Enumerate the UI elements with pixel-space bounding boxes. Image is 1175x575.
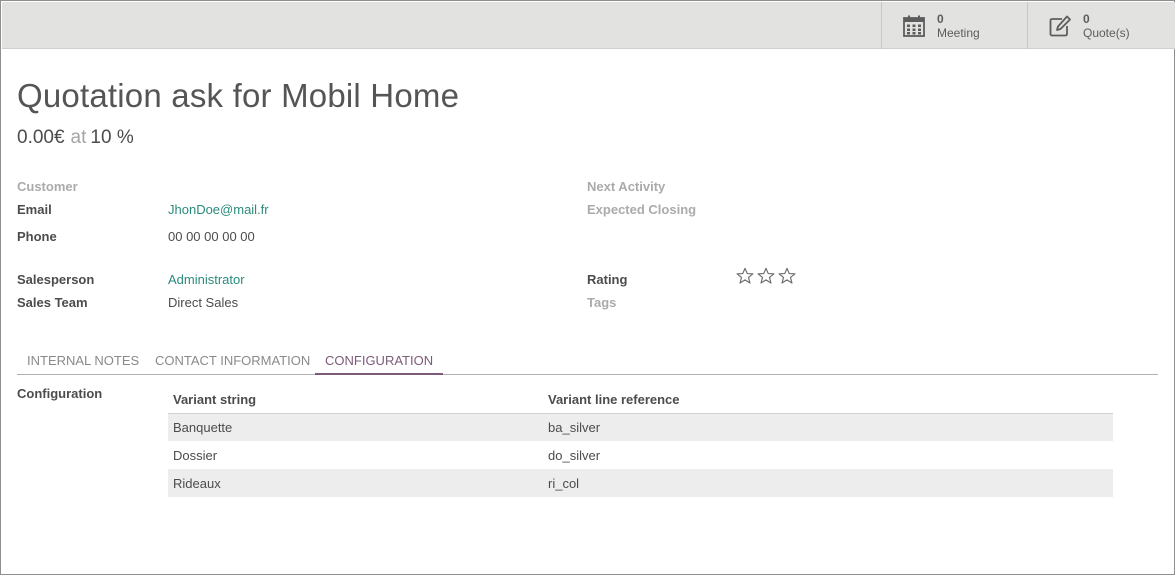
variant-string-cell: Banquette [168,413,543,441]
quotes-count: 0 [1083,11,1090,26]
column-header-variant-line-reference[interactable]: Variant line reference [543,386,1113,414]
sales-team-field[interactable]: Direct Sales [168,295,238,310]
sales-team-label: Sales Team [17,295,88,310]
tags-label: Tags [587,295,617,310]
configuration-label: Configuration [17,386,103,401]
salesperson-label: Salesperson [17,272,95,287]
star-icon[interactable] [736,267,754,285]
tab-contact-information[interactable]: CONTACT INFORMATION [145,346,320,375]
expected-revenue[interactable]: 0.00€ [17,127,65,148]
phone-label: Phone [17,229,57,244]
variant-string-cell: Dossier [173,447,218,463]
expected-revenue-line: 0.00€ at 10 % [17,127,134,149]
quotes-label: Quote(s) [1083,25,1130,40]
table-row[interactable]: Banquette ba_silver [168,413,1113,441]
probability[interactable]: 10 % [90,127,133,148]
star-icon[interactable] [757,267,775,285]
variant-string-cell: Rideaux [168,469,543,497]
expected-closing-label: Expected Closing [587,202,697,217]
variant-reference-cell: ri_col [543,469,1113,497]
rating-stars [736,267,796,285]
customer-label: Customer [17,179,78,194]
email-label: Email [17,202,52,217]
rating-label: Rating [587,272,628,287]
column-header-variant-string[interactable]: Variant string [168,386,543,414]
button-box: 0 Meeting 0 Quote(s) [2,2,1175,49]
configuration-table: Variant string Variant line reference Ba… [168,386,1113,497]
form-view: 0 Meeting 0 Quote(s) Quotation ask for M… [0,0,1175,575]
tab-internal-notes[interactable]: INTERNAL NOTES [17,346,149,375]
next-activity-label: Next Activity [587,179,666,194]
table-header-row: Variant string Variant line reference [168,386,1113,414]
meeting-label: Meeting [937,25,980,40]
salesperson-field[interactable]: Administrator [168,272,245,287]
phone-field[interactable]: 00 00 00 00 00 [168,229,255,244]
table-row[interactable]: Rideaux ri_col [168,469,1113,497]
variant-reference-cell: ba_silver [543,413,1113,441]
tab-configuration[interactable]: CONFIGURATION [315,346,444,375]
meeting-smart-button[interactable]: 0 Meeting [881,2,1027,49]
edit-icon [1048,14,1072,38]
variant-reference-cell: do_silver [548,447,601,463]
at-label: at [70,127,87,148]
email-field[interactable]: JhonDoe@mail.fr [168,202,269,217]
meeting-count: 0 [937,11,944,26]
notebook-tabs: INTERNAL NOTES CONTACT INFORMATION CONFI… [17,346,1158,375]
opportunity-title[interactable]: Quotation ask for Mobil Home [17,77,459,115]
star-icon[interactable] [778,267,796,285]
table-row[interactable]: Dossier do_silver [168,441,1113,469]
calendar-icon [902,14,926,38]
quotes-smart-button[interactable]: 0 Quote(s) [1027,2,1175,49]
